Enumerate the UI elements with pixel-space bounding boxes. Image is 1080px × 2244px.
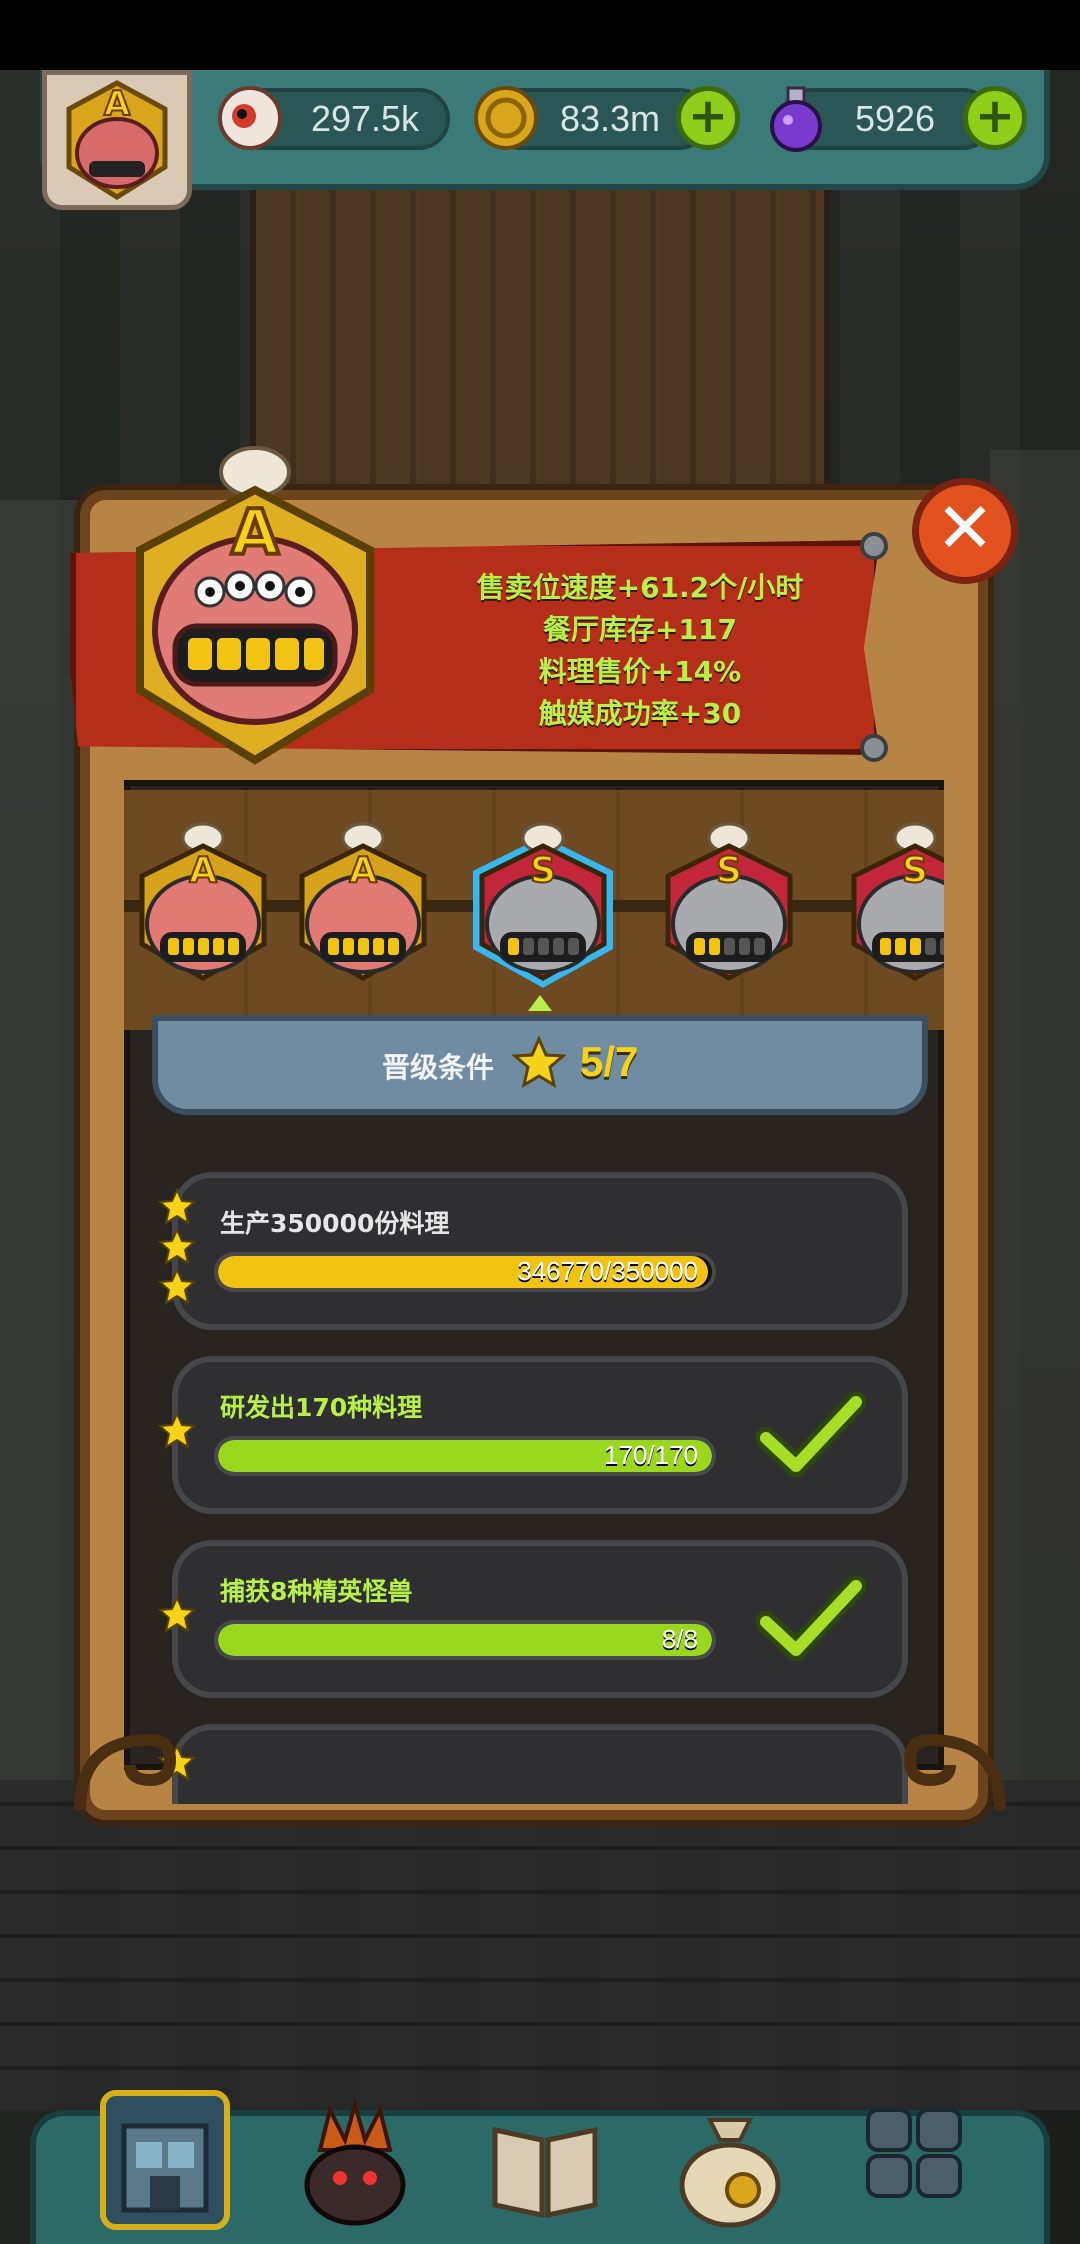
- nav-shop-button[interactable]: [665, 2090, 795, 2230]
- status-bar: [0, 0, 1080, 70]
- star-icon: [158, 1228, 196, 1266]
- potions-amount: 5926: [854, 98, 936, 139]
- svg-text:S: S: [716, 850, 742, 891]
- svg-text:S: S: [530, 850, 556, 891]
- grade-badge-icon: A: [299, 822, 427, 981]
- svg-text:A: A: [349, 850, 377, 891]
- carousel-badge[interactable]: S: [654, 820, 804, 990]
- task-card-partial: [172, 1724, 908, 1804]
- svg-text:A: A: [104, 84, 131, 124]
- restaurant-icon: [121, 2123, 209, 2213]
- money-bag-icon: [679, 2118, 781, 2228]
- restaurant-grade-avatar[interactable]: A: [42, 70, 192, 210]
- task-title: 研发出170种料理: [220, 1393, 423, 1422]
- bonus-line: 售卖位速度+61.2个/小时: [476, 571, 804, 604]
- corner-ornament-icon: [74, 1733, 177, 1811]
- task-title: 捕获8种精英怪兽: [220, 1577, 413, 1606]
- nav-monsters-button[interactable]: [290, 2090, 420, 2230]
- star-icon: [158, 1596, 196, 1634]
- carousel-badge[interactable]: A: [128, 820, 278, 990]
- task-progress-text: 170/170: [604, 1440, 698, 1470]
- bonus-line: 料理售价+14%: [538, 655, 742, 688]
- svg-text:S: S: [902, 850, 928, 891]
- bolt-icon: [860, 532, 888, 560]
- star-icon: [158, 1412, 196, 1450]
- background-wall-right: [990, 450, 1080, 1800]
- bolt-icon: [860, 734, 888, 762]
- grade-badge-icon: S: [473, 822, 613, 988]
- potion-flask-icon: [770, 86, 822, 152]
- add-coins-button[interactable]: +: [676, 86, 740, 150]
- grade-badge-icon: A: [139, 822, 267, 981]
- coins-amount: 83.3m: [559, 98, 661, 139]
- grid-menu-icon: [866, 2108, 962, 2198]
- nav-restaurant-button[interactable]: [100, 2090, 230, 2230]
- requirements-label: 晋级条件: [382, 1051, 495, 1084]
- eyeball-icon: [218, 86, 282, 150]
- task-progress-text: 8/8: [661, 1624, 698, 1654]
- checkmark-icon: [756, 1575, 866, 1661]
- eyes-amount: 297.5k: [310, 98, 420, 139]
- nav-more-button[interactable]: [860, 2090, 990, 2230]
- bonus-line: 餐厅库存+117: [543, 613, 737, 646]
- close-icon: ✕: [935, 487, 995, 569]
- grade-badge-icon: A: [66, 80, 168, 200]
- nav-recipe-book-button[interactable]: [480, 2090, 610, 2230]
- checkmark-icon: [756, 1391, 866, 1477]
- current-grade-badge: A: [136, 446, 374, 765]
- bonus-line: 触媒成功率+30: [538, 697, 742, 730]
- add-potions-button[interactable]: +: [963, 86, 1027, 150]
- requirements-progress: 5/7: [580, 1038, 639, 1085]
- grade-letter: A: [231, 496, 279, 569]
- task-card: [172, 1172, 908, 1330]
- star-icon: [158, 1188, 196, 1226]
- star-icon: [158, 1268, 196, 1306]
- book-icon: [492, 2126, 598, 2219]
- selected-indicator-icon: [528, 995, 552, 1011]
- star-icon: [512, 1036, 566, 1089]
- svg-text:A: A: [189, 850, 217, 891]
- monster-icon: [304, 2097, 406, 2226]
- coin-icon: [474, 86, 538, 150]
- task-progress-text: 346770/350000: [517, 1256, 698, 1286]
- corner-ornament-icon: [903, 1733, 1006, 1811]
- carousel-badge[interactable]: A: [288, 820, 438, 990]
- background-floor: [0, 1780, 1080, 2110]
- close-button[interactable]: ✕: [912, 478, 1018, 584]
- task-title: 生产350000份料理: [220, 1209, 450, 1238]
- carousel-badge[interactable]: S: [468, 820, 618, 990]
- grade-badge-icon: S: [665, 822, 793, 981]
